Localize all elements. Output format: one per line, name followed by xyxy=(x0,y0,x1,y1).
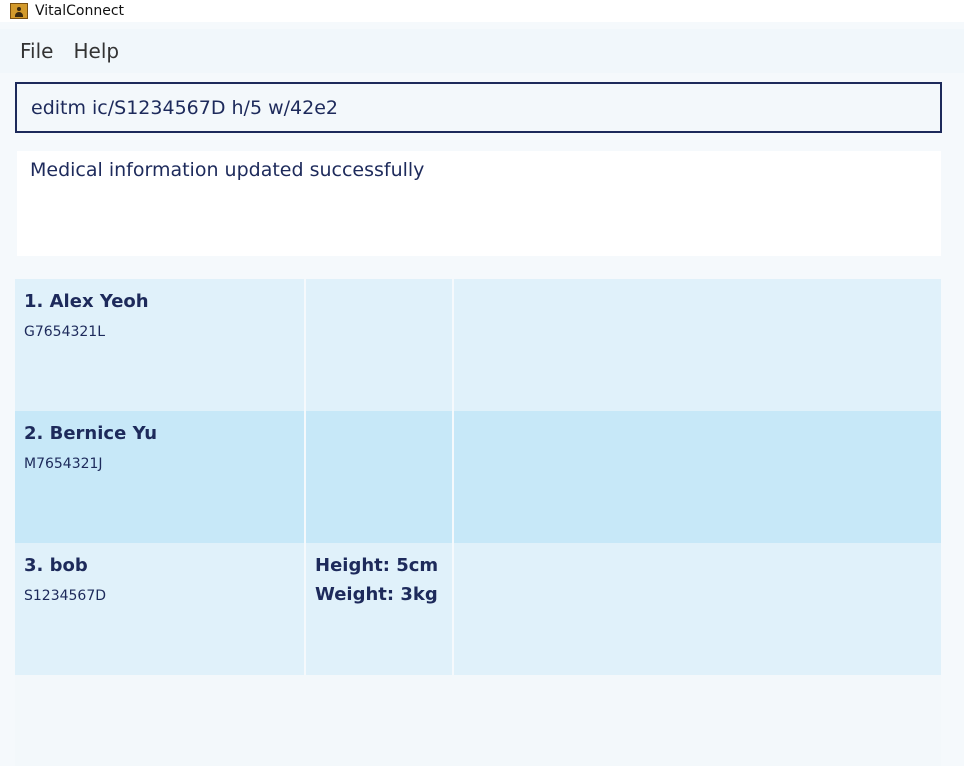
patient-identity-cell: 1. Alex Yeoh G7654321L xyxy=(15,279,306,411)
patient-ic: M7654321J xyxy=(24,456,103,472)
menu-file[interactable]: File xyxy=(20,39,53,63)
patient-card[interactable]: 3. bob S1234567D Height: 5cm Weight: 3kg xyxy=(15,543,941,675)
patient-height: Height: 5cm xyxy=(315,555,439,576)
patient-extra-cell xyxy=(454,411,941,543)
patient-ic: S1234567D xyxy=(24,588,107,604)
patient-extra-cell xyxy=(454,543,941,675)
patient-card[interactable]: 1. Alex Yeoh G7654321L xyxy=(15,279,941,411)
patient-medical-cell xyxy=(306,411,454,543)
patient-name: 1. Alex Yeoh xyxy=(24,291,149,312)
patient-name: 3. bob xyxy=(24,555,88,576)
result-message: Medical information updated successfully xyxy=(30,159,425,181)
window-title: VitalConnect xyxy=(35,3,125,19)
patient-weight: Weight: 3kg xyxy=(315,584,438,605)
menu-help[interactable]: Help xyxy=(73,39,119,63)
patient-list[interactable]: 1. Alex Yeoh G7654321L 2. Bernice Yu M76… xyxy=(15,279,941,766)
app-icon xyxy=(10,3,28,19)
patient-extra-cell xyxy=(454,279,941,411)
patient-medical-cell: Height: 5cm Weight: 3kg xyxy=(306,543,454,675)
command-input[interactable] xyxy=(15,82,942,133)
menu-bar: File Help xyxy=(0,29,964,73)
patient-name: 2. Bernice Yu xyxy=(24,423,158,444)
patient-identity-cell: 3. bob S1234567D xyxy=(15,543,306,675)
patient-ic: G7654321L xyxy=(24,324,105,340)
title-bar: VitalConnect xyxy=(0,0,964,22)
patient-identity-cell: 2. Bernice Yu M7654321J xyxy=(15,411,306,543)
patient-card[interactable]: 2. Bernice Yu M7654321J xyxy=(15,411,941,543)
patient-medical-cell xyxy=(306,279,454,411)
result-display: Medical information updated successfully xyxy=(17,151,941,256)
